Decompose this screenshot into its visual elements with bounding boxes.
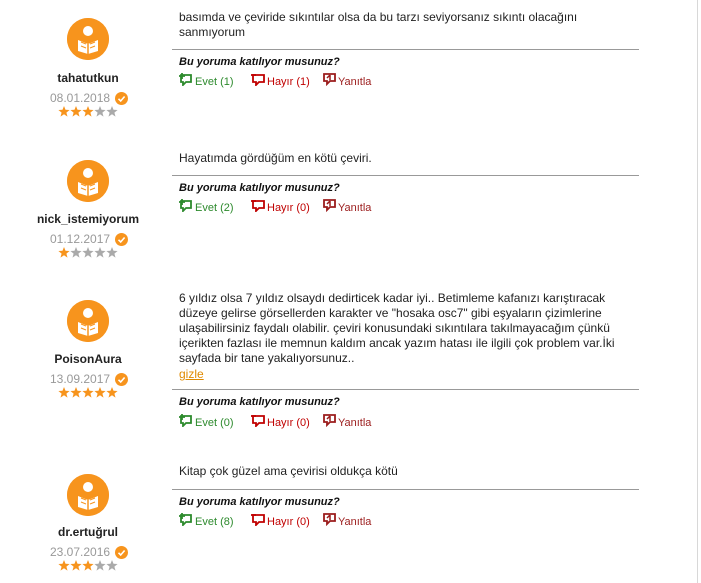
reply-label: Yanıtla — [338, 76, 372, 88]
star-rating — [58, 247, 118, 258]
review-date: 13.09.2017 — [50, 372, 111, 386]
review-date: 08.01.2018 — [50, 91, 111, 105]
review-username[interactable]: dr.ertuğrul — [0, 525, 176, 539]
star-empty-icon — [94, 106, 106, 117]
review-card: tahatutkun 08.01.2018 basımda ve çevirid… — [0, 0, 698, 139]
no-label: Hayır (1) — [267, 76, 310, 88]
review-card: nick_istemiyorum 01.12.2017 Hayatımda gö… — [0, 138, 698, 281]
yes-label: Evet (0) — [195, 417, 234, 429]
review-text: basımda ve çeviride sıkıntılar olsa da b… — [179, 10, 578, 39]
agree-question: Bu yoruma katılıyor musunuz? — [179, 396, 340, 408]
review-username[interactable]: PoisonAura — [0, 352, 176, 366]
divider — [172, 175, 639, 176]
thumb-up-icon — [179, 513, 192, 526]
star-empty-icon — [106, 106, 118, 117]
star-rating — [58, 560, 118, 571]
star-filled-icon — [70, 106, 82, 117]
reply-icon — [323, 414, 336, 427]
reply-label: Yanıtla — [338, 202, 372, 214]
avatar[interactable] — [67, 160, 109, 202]
star-filled-icon — [58, 247, 70, 258]
star-empty-icon — [94, 247, 106, 258]
reply-icon — [323, 73, 336, 86]
divider — [172, 389, 639, 390]
thumb-down-icon — [251, 415, 265, 427]
star-filled-icon — [58, 560, 70, 571]
agree-question: Bu yoruma katılıyor musunuz? — [179, 182, 340, 194]
review-date: 01.12.2017 — [50, 232, 111, 246]
thumb-down-icon — [251, 514, 265, 526]
star-filled-icon — [58, 106, 70, 117]
review-card: PoisonAura 13.09.2017 6 yıldız olsa 7 yı… — [0, 280, 698, 454]
star-empty-icon — [82, 247, 94, 258]
no-label: Hayır (0) — [267, 516, 310, 528]
star-empty-icon — [106, 247, 118, 258]
review-text: Kitap çok güzel ama çevirisi oldukça köt… — [179, 464, 398, 478]
star-filled-icon — [58, 387, 70, 398]
verified-check-icon — [115, 233, 128, 246]
avatar[interactable] — [67, 300, 109, 342]
reply-icon — [323, 513, 336, 526]
yes-label: Evet (1) — [195, 76, 234, 88]
yes-label: Evet (8) — [195, 516, 234, 528]
hide-link[interactable]: gizle — [179, 367, 204, 381]
thumb-up-icon — [179, 73, 192, 86]
star-filled-icon — [70, 560, 82, 571]
review-date: 23.07.2016 — [50, 545, 111, 559]
star-filled-icon — [94, 387, 106, 398]
star-rating — [58, 106, 118, 117]
agree-question: Bu yoruma katılıyor musunuz? — [179, 496, 340, 508]
star-filled-icon — [82, 106, 94, 117]
divider — [172, 489, 639, 490]
star-filled-icon — [106, 387, 118, 398]
no-label: Hayır (0) — [267, 417, 310, 429]
reply-label: Yanıtla — [338, 417, 372, 429]
star-filled-icon — [70, 387, 82, 398]
review-text: Hayatımda gördüğüm en kötü çeviri. — [179, 151, 372, 165]
verified-check-icon — [115, 373, 128, 386]
thumb-down-icon — [251, 74, 265, 86]
review-text: 6 yıldız olsa 7 yıldız olsaydı dedirtice… — [179, 291, 615, 365]
reply-label: Yanıtla — [338, 516, 372, 528]
thumb-up-icon — [179, 199, 192, 212]
star-empty-icon — [106, 560, 118, 571]
star-empty-icon — [94, 560, 106, 571]
agree-question: Bu yoruma katılıyor musunuz? — [179, 56, 340, 68]
thumb-down-icon — [251, 200, 265, 212]
review-username[interactable]: nick_istemiyorum — [0, 212, 176, 226]
thumb-up-icon — [179, 414, 192, 427]
avatar[interactable] — [67, 18, 109, 60]
star-filled-icon — [82, 387, 94, 398]
no-label: Hayır (0) — [267, 202, 310, 214]
review-username[interactable]: tahatutkun — [0, 71, 176, 85]
star-rating — [58, 387, 118, 398]
star-empty-icon — [70, 247, 82, 258]
verified-check-icon — [115, 92, 128, 105]
star-filled-icon — [82, 560, 94, 571]
review-card: dr.ertuğrul 23.07.2016 Kitap çok güzel a… — [0, 453, 698, 583]
yes-label: Evet (2) — [195, 202, 234, 214]
divider — [172, 49, 639, 50]
verified-check-icon — [115, 546, 128, 559]
avatar[interactable] — [67, 474, 109, 516]
reply-icon — [323, 199, 336, 212]
